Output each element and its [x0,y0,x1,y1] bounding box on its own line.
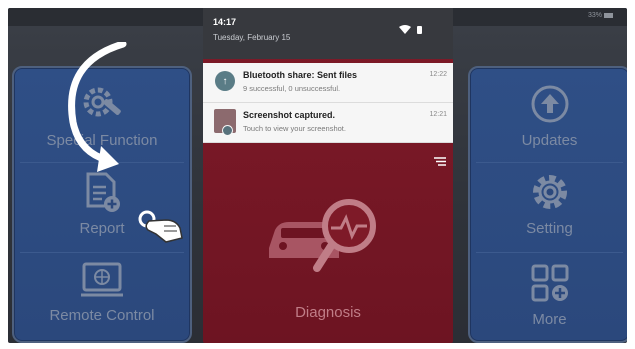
setting-tile[interactable]: Setting [470,170,627,237]
car-diagnosis-icon [261,188,391,283]
more-tile[interactable]: More [470,261,627,328]
notification-title: Screenshot captured. [243,110,336,120]
remote-control-tile[interactable]: Remote Control [14,261,190,324]
wifi-icon [399,25,411,34]
upload-arrow-icon [528,82,572,126]
notification-bluetooth[interactable]: ↑ Bluetooth share: Sent files 9 successf… [203,63,453,103]
battery-icon [417,26,422,34]
divider [20,252,184,253]
date: Tuesday, February 15 [213,33,291,42]
shade-expand-handle-icon[interactable] [434,157,446,166]
divider [476,252,623,253]
remote-control-label: Remote Control [49,307,155,324]
clock: 14:17 [213,17,237,27]
upload-icon: ↑ [215,71,235,91]
tap-hand-icon [138,210,183,243]
shade-header: 14:17 Tuesday, February 15 [203,8,453,59]
battery-level: 33% [588,12,613,19]
diagnosis-label: Diagnosis [295,304,361,321]
more-label: More [532,311,567,328]
notification-subtitle: 9 successful, 0 unsuccessful. [243,84,341,93]
remote-monitor-icon [79,261,125,301]
right-menu-panel: Updates Setting More [468,66,627,343]
notification-time: 12:22 [429,71,447,78]
updates-tile[interactable]: Updates [470,82,627,149]
notification-subtitle: Touch to view your screenshot. [243,124,346,133]
swipe-down-arrow-icon [68,42,127,172]
report-label: Report [79,220,125,237]
divider [476,162,623,163]
updates-label: Updates [521,132,578,149]
setting-label: Setting [526,220,573,237]
grid-plus-icon [528,261,572,305]
battery-icon [604,12,613,18]
screenshot-badge-icon [222,125,233,136]
notification-shade[interactable]: 14:17 Tuesday, February 15 ↑ Bluetooth s… [203,8,453,166]
notification-title: Bluetooth share: Sent files [243,70,358,80]
gear-icon [528,170,572,214]
notification-screenshot[interactable]: Screenshot captured. Touch to view your … [203,103,453,143]
notification-time: 12:21 [429,111,447,118]
